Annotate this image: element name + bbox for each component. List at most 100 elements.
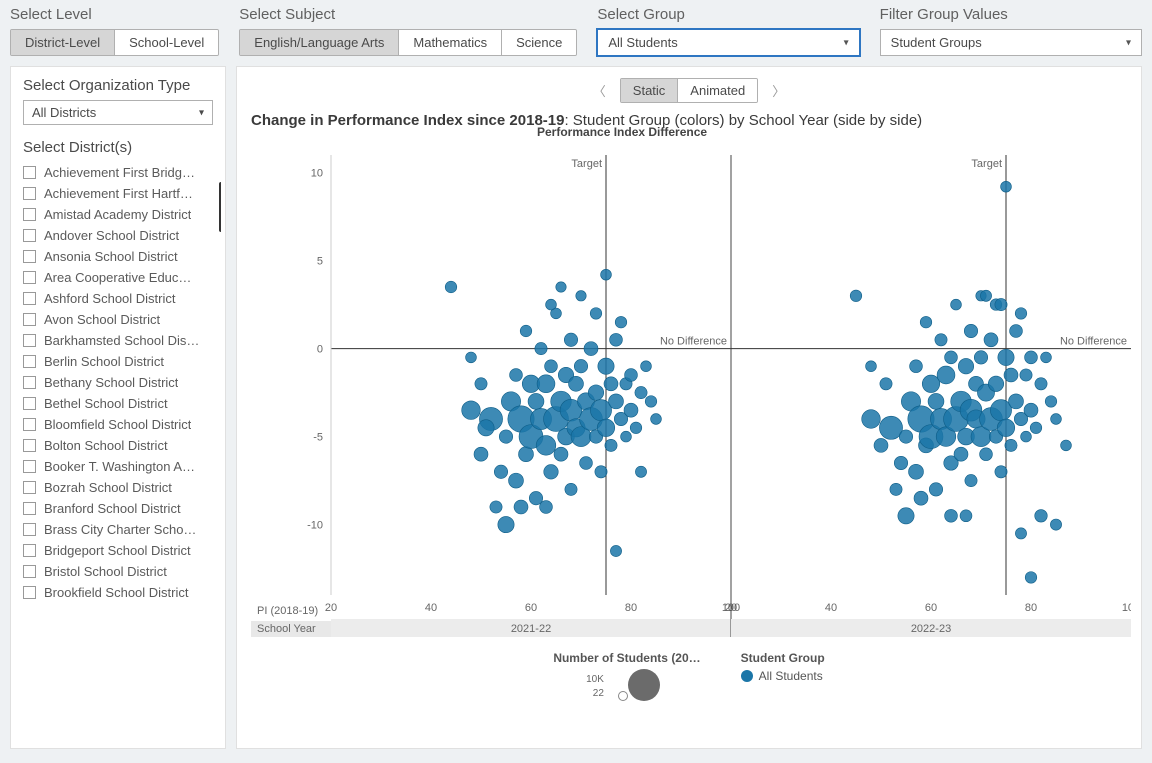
checkbox-icon[interactable]	[23, 460, 36, 473]
district-label: Bethel School District	[44, 396, 168, 411]
checkbox-icon[interactable]	[23, 208, 36, 221]
svg-text:80: 80	[1025, 602, 1037, 614]
district-label: Booker T. Washington A…	[44, 459, 195, 474]
district-item[interactable]: Bolton School District	[23, 435, 208, 456]
district-item[interactable]: Bridgeport School District	[23, 540, 208, 561]
svg-text:-5: -5	[313, 432, 323, 444]
level-button-district-level[interactable]: District-Level	[11, 30, 115, 55]
anim-button-static[interactable]: Static	[621, 79, 679, 102]
svg-text:5: 5	[317, 256, 323, 268]
group-value: All Students	[608, 35, 677, 50]
district-item[interactable]: Achievement First Hartf…	[23, 183, 208, 204]
district-item[interactable]: Ansonia School District	[23, 246, 208, 267]
district-item[interactable]: Bethel School District	[23, 393, 208, 414]
color-legend-item[interactable]: All Students	[741, 669, 825, 683]
level-button-school-level[interactable]: School-Level	[115, 30, 218, 55]
size-big-label: 10K	[586, 673, 604, 687]
scrollbar-thumb[interactable]	[219, 182, 221, 232]
size-small-label: 22	[586, 687, 604, 701]
chevron-right-icon[interactable]: 〉	[766, 77, 791, 104]
district-item[interactable]: Berlin School District	[23, 351, 208, 372]
district-label: Bolton School District	[44, 438, 168, 453]
caret-down-icon: ▾	[1126, 37, 1131, 48]
checkbox-icon[interactable]	[23, 502, 36, 515]
svg-text:2022-23: 2022-23	[911, 623, 951, 635]
subject-button-mathematics[interactable]: Mathematics	[399, 30, 502, 55]
svg-text:Target: Target	[971, 158, 1002, 170]
year-row-label: School Year	[251, 621, 331, 637]
legend-color-dot	[741, 670, 753, 682]
size-legend-viz	[608, 669, 668, 705]
plot-region: -10-5051020406080100TargetNo Difference2…	[251, 155, 1127, 645]
checkbox-icon[interactable]	[23, 313, 36, 326]
org-type-dropdown[interactable]: All Districts ▾	[23, 100, 213, 125]
chevron-left-icon[interactable]: 〈	[587, 77, 612, 104]
district-item[interactable]: Brookfield School District	[23, 582, 208, 603]
district-item[interactable]: Bethany School District	[23, 372, 208, 393]
top-controls: Select Level District-LevelSchool-Level …	[0, 0, 1152, 66]
checkbox-icon[interactable]	[23, 376, 36, 389]
checkbox-icon[interactable]	[23, 418, 36, 431]
svg-text:20: 20	[725, 602, 737, 614]
checkbox-icon[interactable]	[23, 250, 36, 263]
district-label: Berlin School District	[44, 354, 164, 369]
svg-text:Target: Target	[571, 158, 602, 170]
district-item[interactable]: Booker T. Washington A…	[23, 456, 208, 477]
svg-text:0: 0	[317, 344, 323, 356]
district-item[interactable]: Bloomfield School District	[23, 414, 208, 435]
color-legend-label: All Students	[759, 669, 823, 683]
sidebar: Select Organization Type All Districts ▾…	[10, 66, 226, 749]
district-item[interactable]: Amistad Academy District	[23, 204, 208, 225]
filter-dropdown[interactable]: Student Groups ▾	[880, 29, 1142, 56]
filter-group: Filter Group Values Student Groups ▾	[880, 6, 1142, 56]
districts-label: Select District(s)	[23, 139, 221, 156]
district-list[interactable]: Achievement First Bridg… Achievement Firs…	[23, 162, 221, 738]
subject-label: Select Subject	[239, 6, 577, 23]
checkbox-icon[interactable]	[23, 586, 36, 599]
subject-button-science[interactable]: Science	[502, 30, 576, 55]
checkbox-icon[interactable]	[23, 355, 36, 368]
district-item[interactable]: Area Cooperative Educ…	[23, 267, 208, 288]
level-label: Select Level	[10, 6, 219, 23]
district-item[interactable]: Ashford School District	[23, 288, 208, 309]
checkbox-icon[interactable]	[23, 166, 36, 179]
scatter-plot[interactable]: -10-5051020406080100TargetNo Difference2…	[251, 155, 1131, 645]
checkbox-icon[interactable]	[23, 481, 36, 494]
district-item[interactable]: Branford School District	[23, 498, 208, 519]
checkbox-icon[interactable]	[23, 397, 36, 410]
district-label: Bristol School District	[44, 564, 167, 579]
subject-group: Select Subject English/Language ArtsMath…	[239, 6, 577, 56]
group-dropdown[interactable]: All Students ▾	[597, 29, 859, 56]
color-legend: Student Group All Students	[741, 651, 825, 683]
district-item[interactable]: Andover School District	[23, 225, 208, 246]
district-label: Bridgeport School District	[44, 543, 191, 558]
legend-row: Number of Students (20… 10K 22 Student G…	[251, 651, 1127, 705]
subject-button-english-language-arts[interactable]: English/Language Arts	[240, 30, 399, 55]
checkbox-icon[interactable]	[23, 334, 36, 347]
district-item[interactable]: Bristol School District	[23, 561, 208, 582]
district-item[interactable]: Avon School District	[23, 309, 208, 330]
district-label: Avon School District	[44, 312, 160, 327]
district-label: Bozrah School District	[44, 480, 172, 495]
anim-button-animated[interactable]: Animated	[678, 79, 757, 102]
chart-title-bold: Change in Performance Index since 2018-1…	[251, 112, 564, 129]
checkbox-icon[interactable]	[23, 229, 36, 242]
district-label: Area Cooperative Educ…	[44, 270, 191, 285]
checkbox-icon[interactable]	[23, 292, 36, 305]
district-label: Achievement First Hartf…	[44, 186, 193, 201]
district-item[interactable]: Bozrah School District	[23, 477, 208, 498]
svg-text:100: 100	[1122, 602, 1131, 614]
checkbox-icon[interactable]	[23, 439, 36, 452]
district-label: Ashford School District	[44, 291, 176, 306]
district-item[interactable]: Brass City Charter Scho…	[23, 519, 208, 540]
checkbox-icon[interactable]	[23, 523, 36, 536]
district-label: Brookfield School District	[44, 585, 189, 600]
district-item[interactable]: Barkhamsted School Dis…	[23, 330, 208, 351]
district-label: Barkhamsted School Dis…	[44, 333, 199, 348]
checkbox-icon[interactable]	[23, 544, 36, 557]
checkbox-icon[interactable]	[23, 565, 36, 578]
filter-value: Student Groups	[891, 35, 982, 50]
checkbox-icon[interactable]	[23, 187, 36, 200]
checkbox-icon[interactable]	[23, 271, 36, 284]
district-item[interactable]: Achievement First Bridg…	[23, 162, 208, 183]
